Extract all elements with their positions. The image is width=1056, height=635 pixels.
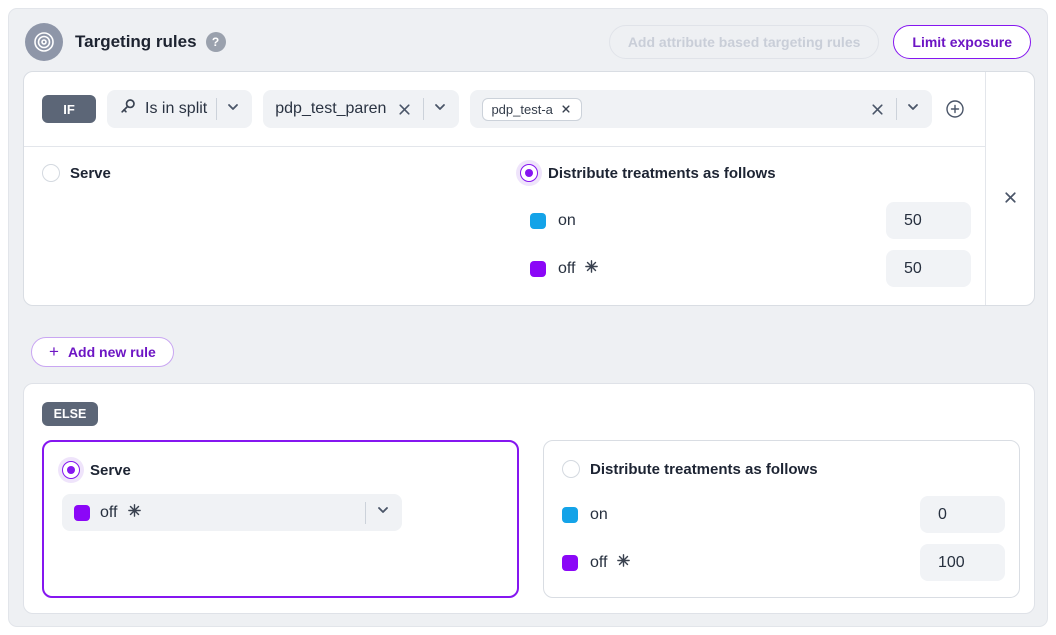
- treatment-tag-label: pdp_test-a: [491, 102, 552, 117]
- divider: [423, 98, 424, 120]
- serve-label: Serve: [70, 165, 111, 182]
- split-select-value: pdp_test_paren: [275, 100, 386, 118]
- percent-input-off[interactable]: [886, 250, 971, 287]
- else-rule-card: ELSE Serve off: [23, 383, 1035, 614]
- chevron-down-icon[interactable]: [226, 100, 240, 119]
- target-icon: [25, 23, 63, 61]
- treatment-color-swatch: [74, 505, 90, 521]
- else-serve-radio[interactable]: [62, 461, 80, 479]
- rule-main: IF Is in split pdp_test_paren: [24, 72, 985, 305]
- treatment-name: on: [558, 212, 576, 230]
- else-badge: ELSE: [42, 402, 98, 426]
- else-distribute-panel[interactable]: Distribute treatments as follows on off: [543, 440, 1020, 598]
- rule-body: Serve Distribute treatments as follows o…: [24, 147, 985, 305]
- targeting-rule-card: IF Is in split pdp_test_paren: [23, 71, 1035, 306]
- serve-radio[interactable]: [42, 164, 60, 182]
- remove-tag-icon[interactable]: [559, 102, 573, 116]
- treatment-name: on: [590, 506, 608, 524]
- if-badge: IF: [42, 95, 96, 123]
- serve-option[interactable]: Serve: [42, 164, 111, 182]
- matcher-dropdown[interactable]: Is in split: [107, 90, 252, 128]
- chevron-down-icon[interactable]: [433, 100, 447, 119]
- else-distribute-label: Distribute treatments as follows: [590, 461, 818, 478]
- allocation-row-on: on: [530, 202, 971, 239]
- divider: [896, 98, 897, 120]
- add-condition-icon[interactable]: [943, 97, 967, 121]
- else-serve-option[interactable]: Serve: [62, 461, 131, 479]
- else-distribute-option[interactable]: Distribute treatments as follows: [562, 460, 818, 478]
- matcher-value: Is in split: [145, 100, 207, 118]
- rule-condition-row: IF Is in split pdp_test_paren: [24, 72, 985, 147]
- else-serve-panel[interactable]: Serve off: [42, 440, 519, 598]
- targeting-rules-panel: Targeting rules ? Add attribute based ta…: [8, 8, 1048, 627]
- percent-input-on[interactable]: [886, 202, 971, 239]
- limit-exposure-button[interactable]: Limit exposure: [893, 25, 1031, 59]
- else-serve-treatment-dropdown[interactable]: off: [62, 494, 402, 531]
- targeting-rules-page: { "header": { "icon": "target-icon", "ti…: [0, 0, 1056, 635]
- else-serve-treatment-value: off: [100, 504, 118, 522]
- default-treatment-asterisk-icon: [585, 260, 598, 278]
- rule-side-column: [985, 72, 1034, 305]
- chevron-down-icon[interactable]: [906, 100, 920, 119]
- else-options-row: Serve off: [42, 440, 1020, 598]
- else-allocation-row-off: off: [562, 544, 1005, 581]
- clear-treatments-icon[interactable]: [868, 100, 887, 119]
- distribute-label: Distribute treatments as follows: [548, 165, 776, 182]
- allocation-row-off: off: [530, 250, 971, 287]
- else-serve-label: Serve: [90, 462, 131, 479]
- page-title: Targeting rules: [75, 32, 197, 52]
- default-treatment-asterisk-icon: [617, 554, 630, 572]
- divider: [216, 98, 217, 120]
- treatment-color-swatch: [530, 213, 546, 229]
- treatment-color-swatch: [562, 507, 578, 523]
- split-select-dropdown[interactable]: pdp_test_paren: [263, 90, 459, 128]
- chevron-down-icon[interactable]: [376, 503, 390, 522]
- treatment-color-swatch: [562, 555, 578, 571]
- default-treatment-asterisk-icon: [128, 504, 141, 522]
- add-new-rule-label: Add new rule: [68, 344, 156, 360]
- else-distribute-radio[interactable]: [562, 460, 580, 478]
- plus-icon: +: [49, 342, 59, 362]
- add-new-rule-button[interactable]: + Add new rule: [31, 337, 174, 367]
- treatment-name: off: [558, 260, 576, 278]
- else-percent-input-on[interactable]: [920, 496, 1005, 533]
- else-percent-input-off[interactable]: [920, 544, 1005, 581]
- add-attribute-rules-button[interactable]: Add attribute based targeting rules: [609, 25, 880, 59]
- clear-split-icon[interactable]: [395, 100, 414, 119]
- help-icon[interactable]: ?: [206, 32, 226, 52]
- treatment-name: off: [590, 554, 608, 572]
- panel-header: Targeting rules ? Add attribute based ta…: [25, 21, 1031, 63]
- treatment-color-swatch: [530, 261, 546, 277]
- divider: [365, 502, 366, 524]
- else-allocation-row-on: on: [562, 496, 1005, 533]
- distribute-radio[interactable]: [520, 164, 538, 182]
- treatments-multiselect[interactable]: pdp_test-a: [470, 90, 932, 128]
- delete-rule-icon[interactable]: [1001, 90, 1020, 305]
- key-icon: [119, 98, 136, 120]
- treatment-tag: pdp_test-a: [482, 98, 581, 121]
- distribute-option[interactable]: Distribute treatments as follows: [520, 164, 776, 182]
